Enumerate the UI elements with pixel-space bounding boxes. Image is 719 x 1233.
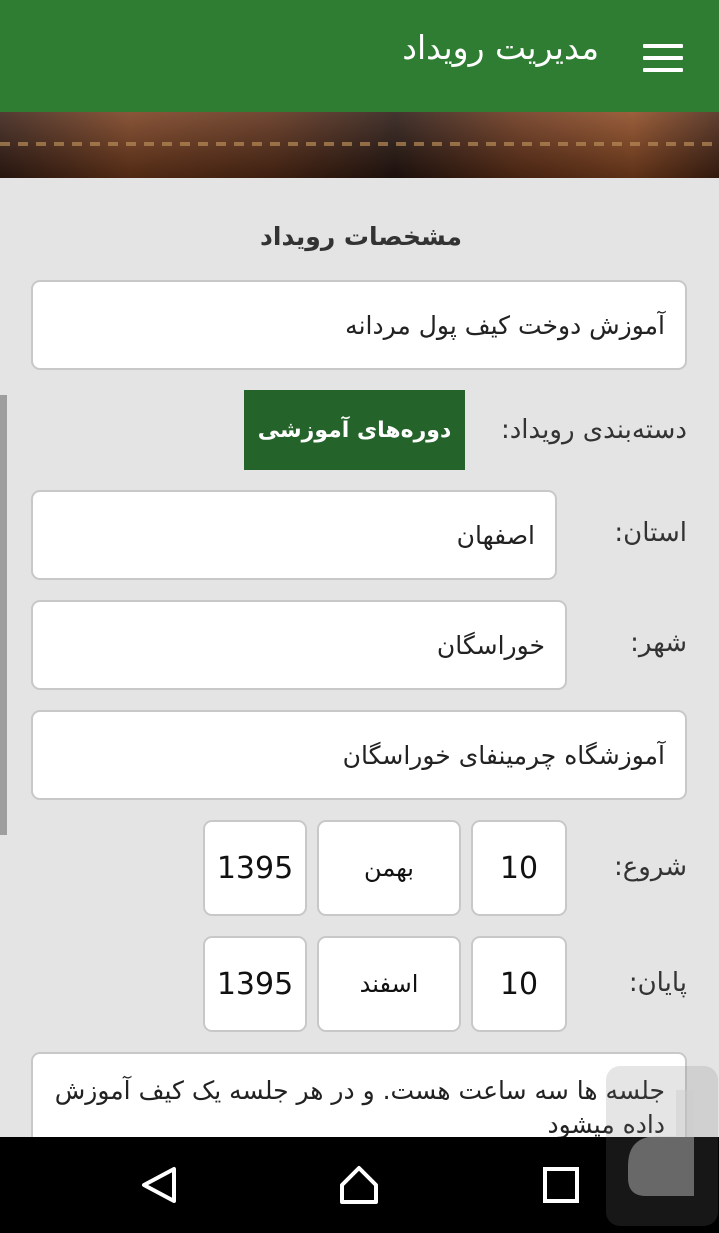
recents-square-icon[interactable] (541, 1165, 581, 1205)
home-icon[interactable] (339, 1165, 379, 1205)
city-label: شهر: (630, 628, 687, 658)
back-triangle-icon[interactable] (140, 1165, 180, 1205)
province-field[interactable]: اصفهان (31, 490, 557, 580)
start-month-field[interactable]: بهمن (317, 820, 461, 916)
header-banner-image (0, 112, 719, 178)
end-year-field[interactable]: 1395 (203, 936, 307, 1032)
hamburger-menu-icon[interactable] (643, 44, 683, 72)
venue-field[interactable]: آموزشگاه چرمینفای خوراسگان (31, 710, 687, 800)
end-day-field[interactable]: 10 (471, 936, 567, 1032)
event-name-field[interactable]: آموزش دوخت کیف پول مردانه (31, 280, 687, 370)
category-label: دسته‌بندی رویداد: (500, 415, 687, 445)
category-select-button[interactable]: دوره‌های آموزشی (244, 390, 465, 470)
start-date-label: شروع: (614, 852, 687, 882)
scroll-indicator (0, 395, 7, 835)
end-date-label: پایان: (628, 968, 687, 998)
section-title: مشخصات رویداد (260, 222, 462, 251)
start-year-field[interactable]: 1395 (203, 820, 307, 916)
app-bar: مدیریت رویداد (0, 0, 719, 112)
province-label: استان: (614, 518, 687, 548)
end-month-field[interactable]: اسفند (317, 936, 461, 1032)
start-day-field[interactable]: 10 (471, 820, 567, 916)
watermark-logo-icon (606, 1066, 718, 1226)
city-field[interactable]: خوراسگان (31, 600, 567, 690)
app-title: مدیریت رویداد (402, 28, 599, 67)
